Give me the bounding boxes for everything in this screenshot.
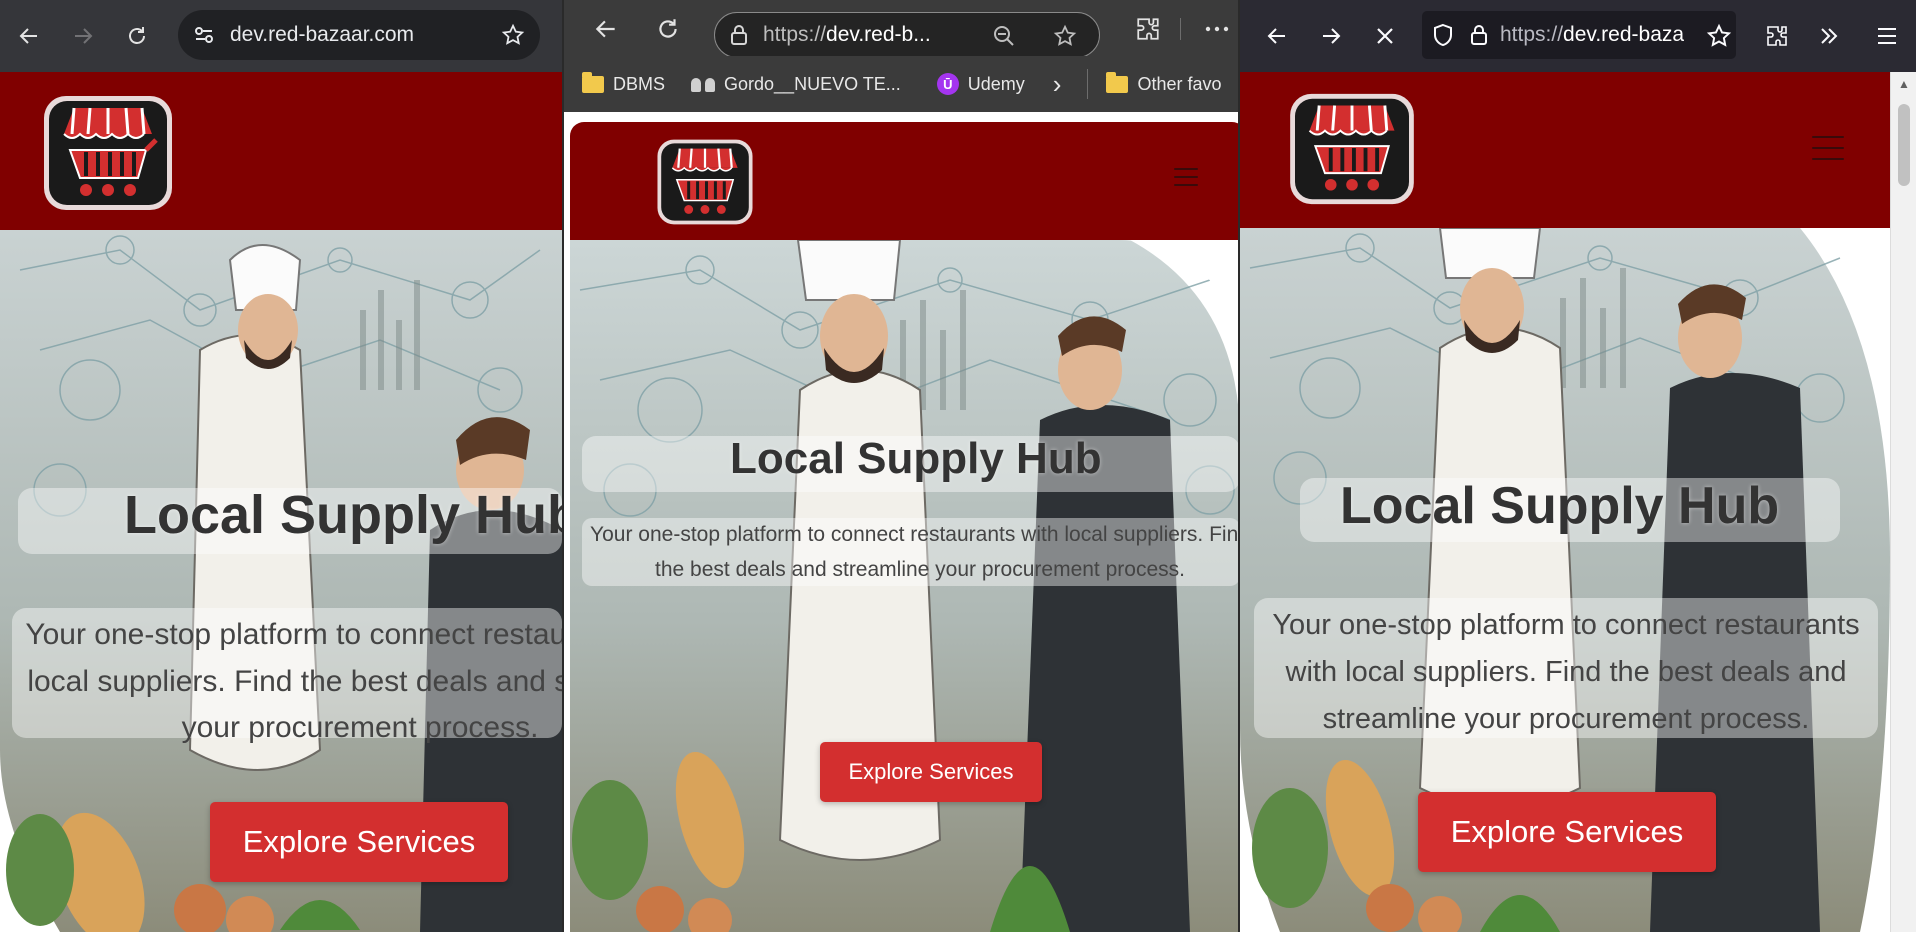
red-bazaar-logo[interactable] xyxy=(42,94,174,217)
vertical-scrollbar[interactable]: ▲ xyxy=(1890,72,1916,932)
scroll-up-arrow-icon[interactable]: ▲ xyxy=(1891,72,1916,96)
bookmark-gordo[interactable]: Gordo__NUEVO TE... xyxy=(691,74,901,95)
favorite-star-icon[interactable] xyxy=(1051,22,1079,50)
browser-window-edge: https://dev.red-b... DBMS Gordo__NUEVO T… xyxy=(564,0,1240,932)
extensions-icon[interactable] xyxy=(1760,20,1794,52)
menu-hamburger-icon[interactable] xyxy=(1174,168,1198,186)
bookmark-star-icon[interactable] xyxy=(1702,20,1736,52)
lock-icon xyxy=(715,13,763,57)
bookmark-label: Udemy xyxy=(967,73,1025,94)
stop-icon[interactable] xyxy=(1368,20,1402,52)
forward-icon[interactable] xyxy=(66,20,100,52)
zoom-icon[interactable] xyxy=(991,23,1017,49)
address-bar[interactable]: dev.red-bazaar.com xyxy=(178,10,540,60)
bookmark-other-favorites[interactable]: Other favo xyxy=(1106,71,1222,95)
chevron-right-icon[interactable]: › xyxy=(1053,69,1062,100)
url-text: https://dev.red-b... xyxy=(763,23,931,46)
hero-subtitle: Your one-stop platform to connect restau… xyxy=(590,523,1240,581)
lock-icon xyxy=(1464,12,1494,58)
toolbar-divider xyxy=(1180,18,1181,40)
url-text: dev.red-bazaar.com xyxy=(230,23,415,46)
back-icon[interactable] xyxy=(586,12,626,46)
address-bar[interactable]: https://dev.red-baza xyxy=(1422,11,1736,59)
hero-subtitle: Your one-stop platform to connect restau… xyxy=(25,618,562,744)
site-header xyxy=(570,122,1240,240)
menu-icon[interactable] xyxy=(1870,20,1904,52)
hero-title: Local Supply Hub xyxy=(730,434,1102,483)
bookmark-dbms[interactable]: DBMS xyxy=(582,71,666,95)
forward-icon[interactable] xyxy=(1314,20,1348,52)
browser-window-chrome: dev.red-bazaar.com Local Supply Hub Your… xyxy=(0,0,562,932)
back-icon[interactable] xyxy=(1260,20,1294,52)
extensions-icon[interactable] xyxy=(1130,12,1166,46)
browser-window-firefox: https://dev.red-baza Local Supply Hub Yo… xyxy=(1240,0,1916,932)
folder-icon xyxy=(1106,71,1129,93)
reload-icon[interactable] xyxy=(648,12,688,46)
browser-toolbar: https://dev.red-baza xyxy=(1240,0,1916,72)
reload-icon[interactable] xyxy=(120,20,154,52)
back-icon[interactable] xyxy=(12,20,46,52)
shield-icon[interactable] xyxy=(1422,12,1464,58)
explore-services-button[interactable]: Explore Services xyxy=(210,802,508,882)
hero-section: Local Supply Hub Your one-stop platform … xyxy=(0,230,562,932)
folder-icon xyxy=(582,71,604,93)
bookmark-label: Other favo xyxy=(1137,73,1222,94)
favorites-bar: DBMS Gordo__NUEVO TE... Ū Udemy › Other … xyxy=(564,56,1240,112)
browser-toolbar: https://dev.red-b... xyxy=(564,0,1240,58)
more-icon[interactable] xyxy=(1200,12,1234,46)
address-bar[interactable]: https://dev.red-b... xyxy=(714,12,1100,58)
red-bazaar-logo[interactable] xyxy=(1288,92,1416,211)
site-header xyxy=(1240,72,1890,228)
udemy-icon: Ū xyxy=(936,73,959,95)
explore-services-button[interactable]: Explore Services xyxy=(820,742,1042,802)
site-header xyxy=(0,72,562,230)
people-icon xyxy=(691,76,716,92)
red-bazaar-logo[interactable] xyxy=(656,138,754,231)
hero-title: Local Supply Hub xyxy=(124,485,562,545)
url-text: https://dev.red-baza xyxy=(1500,23,1685,46)
scrollbar-thumb[interactable] xyxy=(1898,104,1910,186)
site-settings-icon[interactable] xyxy=(178,10,230,60)
browser-toolbar: dev.red-bazaar.com xyxy=(0,0,562,72)
hero-subtitle: Your one-stop platform to connect restau… xyxy=(1272,609,1860,735)
favorites-divider xyxy=(1087,69,1089,99)
bookmark-label: Gordo__NUEVO TE... xyxy=(724,73,901,94)
bookmark-label: DBMS xyxy=(613,73,666,94)
explore-services-button[interactable]: Explore Services xyxy=(1418,792,1716,872)
hero-section: Local Supply Hub Your one-stop platform … xyxy=(1240,228,1890,932)
menu-hamburger-icon[interactable] xyxy=(1812,136,1844,160)
overflow-icon[interactable] xyxy=(1812,20,1846,52)
hero-title: Local Supply Hub xyxy=(1340,477,1780,535)
bookmark-star-icon[interactable] xyxy=(500,23,526,47)
bookmark-udemy[interactable]: Ū Udemy xyxy=(936,73,1025,95)
hero-section: Local Supply Hub Your one-stop platform … xyxy=(570,240,1240,932)
